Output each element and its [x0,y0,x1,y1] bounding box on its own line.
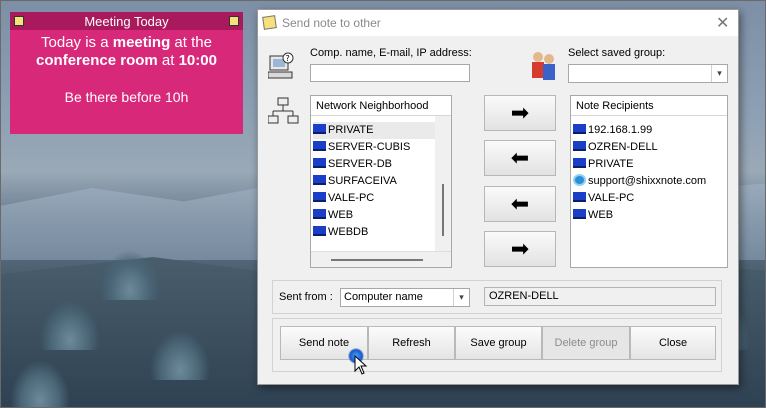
screenshot-frame [0,0,766,408]
